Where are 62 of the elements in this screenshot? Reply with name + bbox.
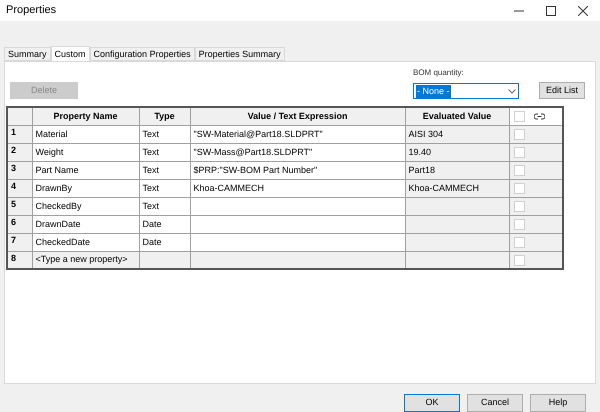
column-header[interactable]: Evaluated Value	[405, 107, 509, 126]
checkbox[interactable]	[514, 182, 524, 194]
table-cell: CheckedDate	[32, 233, 139, 252]
dialog-button[interactable]: Help	[530, 394, 586, 412]
dialog-button[interactable]: Cancel	[467, 394, 523, 412]
table-cell: Text	[139, 179, 190, 198]
selected-option: - None -	[416, 84, 451, 98]
table-cell: CheckedBy	[32, 197, 139, 216]
close-icon[interactable]	[578, 6, 588, 16]
corner-header	[7, 107, 32, 126]
tab[interactable]: Configuration Properties	[90, 47, 195, 62]
table-cell: Khoa-CAMMECH	[405, 179, 509, 198]
table-cell: DrawnDate	[32, 215, 139, 234]
table-cell	[139, 251, 190, 270]
checkbox[interactable]	[514, 164, 524, 176]
row-number: 3	[7, 161, 32, 180]
table-cell: Date	[139, 233, 190, 252]
table-cell: Weight	[32, 143, 139, 162]
row-number: 1	[7, 125, 32, 144]
window-title: Properties	[6, 3, 56, 18]
table-cell: Material	[32, 125, 139, 144]
checkbox[interactable]	[514, 218, 524, 230]
dialog-button[interactable]: OK	[404, 394, 460, 412]
table-cell: Date	[139, 215, 190, 234]
column-header[interactable]: Value / Text Expression	[190, 107, 405, 126]
table-cell: Text	[139, 143, 190, 162]
checkbox[interactable]	[514, 236, 524, 248]
checkbox[interactable]	[514, 111, 524, 122]
row-number: 2	[7, 143, 32, 162]
link-icon	[534, 113, 545, 120]
column-header[interactable]: Property Name	[32, 107, 139, 126]
checkbox[interactable]	[514, 146, 524, 158]
row-number: 6	[7, 215, 32, 234]
table-cell: Text	[139, 125, 190, 144]
row-number: 7	[7, 233, 32, 252]
tab[interactable]: Summary	[4, 47, 51, 62]
table-cell: <Type a new property>	[32, 251, 139, 270]
maximize-icon[interactable]	[546, 6, 556, 16]
table-cell: "SW-Mass@Part18.SLDPRT"	[190, 143, 405, 162]
row-number: 4	[7, 179, 32, 198]
row-number: 5	[7, 197, 32, 216]
table-cell: "SW-Material@Part18.SLDPRT"	[190, 125, 405, 144]
chevron-down-icon	[508, 88, 516, 94]
tab[interactable]: Properties Summary	[194, 47, 285, 62]
table-cell: Text	[139, 161, 190, 180]
row-number: 8	[7, 251, 32, 270]
bom-quantity-dropdown[interactable]: - None -	[413, 83, 519, 100]
table-cell: Part Name	[32, 161, 139, 180]
table-cell: Part18	[405, 161, 509, 180]
table-cell: Text	[139, 197, 190, 216]
bom-quantity-label: BOM quantity:	[413, 67, 465, 80]
table-cell: DrawnBy	[32, 179, 139, 198]
column-header[interactable]: Type	[139, 107, 190, 126]
table-cell: Khoa-CAMMECH	[190, 179, 405, 198]
edit-list-button[interactable]: Edit List	[539, 82, 585, 100]
table-cell: $PRP:"SW-BOM Part Number"	[190, 161, 405, 180]
tab[interactable]: Custom	[50, 46, 90, 62]
table-cell: AISI 304	[405, 125, 509, 144]
table-cell: 19.40	[405, 143, 509, 162]
checkbox[interactable]	[514, 200, 524, 212]
checkbox[interactable]	[514, 128, 524, 140]
checkbox[interactable]	[514, 254, 524, 266]
